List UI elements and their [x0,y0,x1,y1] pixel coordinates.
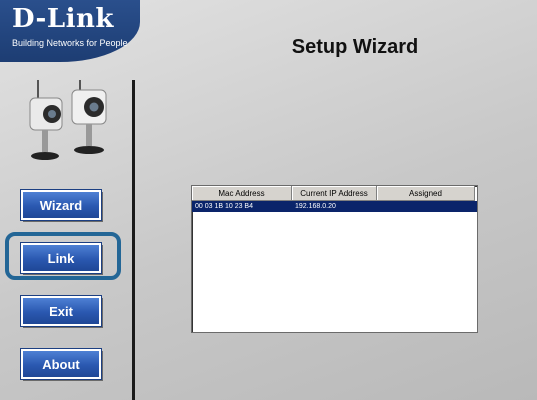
column-header-assigned[interactable]: Assigned [377,186,475,201]
panel-divider [132,80,135,400]
table-row[interactable]: 00 03 1B 10 23 B4 192.168.0.20 [192,201,477,212]
header: D-Link Building Networks for People Setu… [0,0,537,72]
list-header: Mac Address Current IP Address Assigned [192,186,477,201]
brand-logo: D-Link [12,4,114,34]
brand-tagline: Building Networks for People [12,38,128,48]
setup-wizard-window: D-Link Building Networks for People Setu… [0,0,537,400]
column-header-ip[interactable]: Current IP Address [292,186,377,201]
assigned-cell [377,201,475,212]
wizard-button[interactable]: Wizard [20,189,102,221]
about-button[interactable]: About [20,348,102,380]
link-button[interactable]: Link [20,242,102,274]
mac-cell: 00 03 1B 10 23 B4 [195,203,253,210]
camera-illustration-icon [29,80,107,160]
column-header-mac[interactable]: Mac Address [192,186,292,201]
brand-logo-band: D-Link Building Networks for People [0,0,140,62]
ip-cell: 192.168.0.20 [295,203,336,210]
device-list[interactable]: Mac Address Current IP Address Assigned … [191,185,478,333]
page-title: Setup Wizard [291,36,419,58]
exit-button[interactable]: Exit [20,295,102,327]
